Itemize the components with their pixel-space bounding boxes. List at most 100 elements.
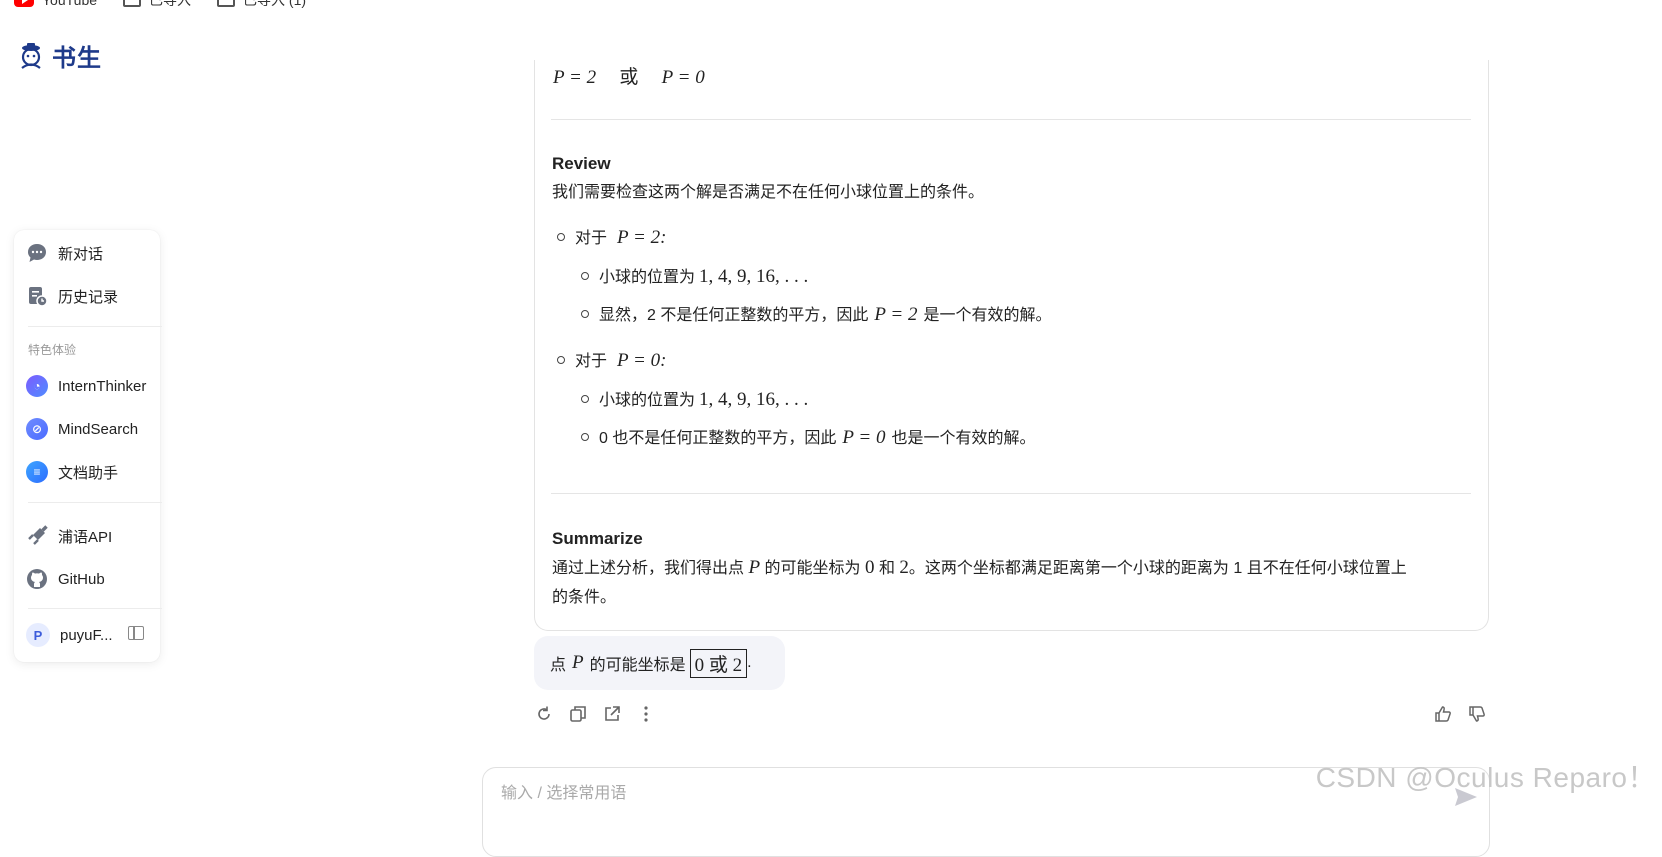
- sidebar-item-label: 文档助手: [58, 464, 119, 482]
- summary-value: 0: [865, 557, 875, 578]
- final-text: .: [747, 654, 752, 671]
- summarize-line-2: 的条件。: [552, 589, 617, 606]
- mindsearch-icon: ⊘: [26, 418, 48, 440]
- final-var: P: [572, 652, 584, 673]
- positions-sequence: 1, 4, 9, 16, . . .: [699, 266, 809, 287]
- summary-text: 和: [878, 560, 895, 577]
- app-logo[interactable]: 书生: [16, 38, 102, 73]
- conclusion-equation: P = 0: [842, 427, 886, 448]
- bullet-dot: [557, 356, 565, 364]
- bookmark-imported-1[interactable]: 已导入 (1): [217, 0, 306, 10]
- summarize-heading: Summarize: [552, 529, 643, 548]
- sidebar: 新对话 历史记录 特色体验 ◔ InternThinker ⊘ MindSear…: [14, 230, 162, 662]
- summary-text: 通过上述分析，我们得出点: [552, 560, 745, 577]
- sidebar-item-github[interactable]: GitHub: [26, 568, 105, 590]
- sidebar-divider: [28, 326, 162, 327]
- youtube-icon: [14, 0, 34, 7]
- sidebar-section-label: 特色体验: [28, 343, 77, 357]
- avatar: P: [26, 623, 50, 647]
- sidebar-item-document-assistant[interactable]: ≡ 文档助手: [26, 461, 118, 483]
- refresh-icon: [538, 706, 550, 720]
- sidebar-item-label: 历史记录: [58, 288, 119, 306]
- share-button[interactable]: [602, 704, 622, 724]
- sidebar-item-label: MindSearch: [58, 420, 139, 438]
- sidebar-item-label: GitHub: [58, 570, 105, 588]
- conclusion-text: 显然，2 不是任何正整数的平方，因此: [599, 307, 869, 324]
- bullet-dot: [581, 310, 589, 318]
- case-equation: P = 2:: [617, 227, 667, 248]
- bullet-dot: [581, 395, 589, 403]
- list-item: 0 也不是任何正整数的平方，因此 P = 0 也是一个有效的解。: [581, 424, 1035, 449]
- section-divider: [551, 493, 1471, 494]
- logo-text: 书生: [52, 44, 102, 72]
- sidebar-item-label: 新对话: [58, 245, 104, 263]
- equation-p2: P = 2: [553, 67, 597, 88]
- conclusion-equation: P = 2: [874, 304, 918, 325]
- bullet-dot: [581, 272, 589, 280]
- document-icon: ≡: [26, 461, 48, 483]
- list-item: 小球的位置为 1, 4, 9, 16, . . .: [581, 263, 808, 288]
- bookmark-imported[interactable]: 已导入: [123, 0, 191, 10]
- plug-icon: [28, 525, 48, 545]
- more-options-button[interactable]: [636, 704, 656, 724]
- positions-label: 小球的位置为: [599, 392, 696, 409]
- thumbs-down-icon: [1469, 706, 1485, 722]
- copy-icon: [570, 706, 586, 722]
- sidebar-item-history[interactable]: 历史记录: [26, 285, 118, 307]
- chat-bubble-icon: [28, 244, 46, 262]
- boxed-answer: 0 或 2: [689, 648, 748, 678]
- sidebar-item-label: InternThinker: [58, 377, 147, 395]
- bullet-dot: [581, 433, 589, 441]
- sidebar-item-puyu-api[interactable]: 浦语API: [26, 525, 112, 547]
- conclusion-text: 是一个有效的解。: [923, 307, 1052, 324]
- positions-label: 小球的位置为: [599, 269, 696, 286]
- like-button[interactable]: [1433, 704, 1453, 724]
- case-label: 对于: [575, 230, 608, 247]
- scholar-logo-icon: [21, 42, 41, 69]
- list-item: 显然，2 不是任何正整数的平方，因此 P = 2 是一个有效的解。: [581, 301, 1051, 326]
- sidebar-item-label: 浦语API: [58, 528, 113, 546]
- bookmark-label: YouTube: [42, 0, 98, 8]
- case-label: 对于: [575, 353, 608, 370]
- list-item: 对于 P = 0:: [557, 347, 666, 372]
- list-item: 小球的位置为 1, 4, 9, 16, . . .: [581, 386, 808, 411]
- sidebar-item-mindsearch[interactable]: ⊘ MindSearch: [26, 418, 138, 440]
- more-vertical-icon: [644, 706, 648, 722]
- equation-p0: P = 0: [661, 67, 705, 88]
- bookmarks-bar: YouTube 已导入 已导入 (1): [14, 0, 306, 12]
- partial-equation-line: P = 2 或 P = 0: [553, 62, 705, 89]
- github-icon: [27, 569, 47, 589]
- sidebar-item-new-chat[interactable]: 新对话: [26, 242, 103, 264]
- positions-sequence: 1, 4, 9, 16, . . .: [699, 389, 809, 410]
- sidebar-divider: [28, 608, 162, 609]
- final-text: 点: [550, 657, 567, 674]
- sidebar-item-internthinker[interactable]: ◔ InternThinker: [26, 375, 146, 397]
- bookmark-youtube[interactable]: YouTube: [14, 0, 97, 8]
- user-profile[interactable]: P puyuF...: [26, 623, 113, 647]
- conclusion-text: 也是一个有效的解。: [891, 430, 1036, 447]
- answer-card: P = 2 或 P = 0 Review 我们需要检查这两个解是否满足不在任何小…: [534, 60, 1489, 631]
- regenerate-button[interactable]: [534, 704, 554, 724]
- bullet-dot: [557, 233, 565, 241]
- sidebar-divider: [28, 502, 162, 503]
- bookmark-label: 已导入: [149, 0, 192, 8]
- summary-value: 2: [899, 557, 909, 578]
- share-icon: [605, 706, 620, 721]
- sidebar-collapse-icon[interactable]: [128, 626, 144, 640]
- folder-icon: [123, 0, 142, 7]
- copy-button[interactable]: [568, 704, 588, 724]
- summarize-line-1: 通过上述分析，我们得出点 P 的可能坐标为 0 和 2。这两个坐标都满足距离第一…: [552, 553, 1407, 584]
- summary-var: P: [748, 557, 761, 578]
- review-heading: Review: [552, 154, 611, 173]
- dislike-button[interactable]: [1467, 704, 1487, 724]
- or-text: 或: [619, 67, 639, 88]
- review-intro: 我们需要检查这两个解是否满足不在任何小球位置上的条件。: [552, 184, 985, 201]
- internthinker-icon: ◔: [26, 375, 48, 397]
- thumbs-up-icon: [1435, 706, 1451, 722]
- watermark: CSDN @Oculus Reparo！: [1315, 762, 1656, 793]
- message-input[interactable]: [499, 784, 1203, 804]
- case-equation: P = 0:: [617, 350, 667, 371]
- user-name: puyuF...: [60, 626, 113, 644]
- history-icon: [29, 287, 48, 307]
- conclusion-text: 0 也不是任何正整数的平方，因此: [599, 430, 837, 447]
